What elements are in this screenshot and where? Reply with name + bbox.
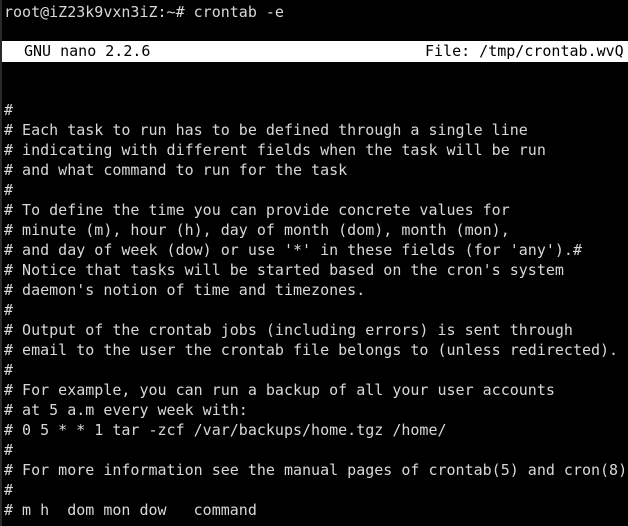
editor-line-text: # Output of the crontab jobs (including … (4, 321, 573, 339)
editor-line[interactable]: # (0, 100, 628, 120)
editor-line-text: # 0 5 * * 1 tar -zcf /var/backups/home.t… (4, 421, 447, 439)
editor-line[interactable]: # Each task to run has to be defined thr… (0, 120, 628, 140)
editor-line-text: # (4, 481, 14, 499)
editor-line-cursor[interactable]: # Edit this file to introduce tasks to b… (0, 80, 628, 100)
editor-line[interactable]: # Notice that tasks will be started base… (0, 260, 628, 280)
editor-line-text: # minute (m), hour (h), day of month (do… (4, 221, 510, 239)
editor-line[interactable]: # email to the user the crontab file bel… (0, 340, 628, 360)
editor-line-text: # To define the time you can provide con… (4, 201, 510, 219)
nano-version-label: GNU nano 2.2.6 (24, 42, 151, 60)
editor-line-text: # (4, 441, 14, 459)
editor-line-text: # indicating with different fields when … (4, 141, 546, 159)
editor-line-text: # (4, 101, 14, 119)
editor-line-text: # email to the user the crontab file bel… (4, 341, 619, 359)
editor-line[interactable]: # indicating with different fields when … (0, 140, 628, 160)
editor-line-text: # For example, you can run a backup of a… (4, 381, 555, 399)
editor-line[interactable]: # Output of the crontab jobs (including … (0, 320, 628, 340)
editor-line[interactable]: # minute (m), hour (h), day of month (do… (0, 220, 628, 240)
editor-line[interactable]: # (0, 180, 628, 200)
editor-line[interactable]: # and day of week (dow) or use '*' in th… (0, 240, 628, 260)
editor-line-text: # (4, 181, 14, 199)
editor-line[interactable]: # m h dom mon dow command (0, 500, 628, 520)
nano-filename-label: File: /tmp/crontab.wvQ (425, 42, 624, 60)
editor-line-text: # and day of week (dow) or use '*' in th… (4, 241, 582, 259)
editor-line[interactable]: # (0, 440, 628, 460)
editor-line-text: # Each task to run has to be defined thr… (4, 121, 528, 139)
editor-line[interactable]: # (0, 480, 628, 500)
editor-line[interactable]: # (0, 300, 628, 320)
editor-line-text: # m h dom mon dow command (4, 501, 257, 519)
nano-title-bar: GNU nano 2.2.6 File: /tmp/crontab.wvQ (0, 41, 628, 62)
editor-line[interactable]: # For example, you can run a backup of a… (0, 380, 628, 400)
editor-line[interactable]: # (0, 360, 628, 380)
editor-line[interactable]: # and what command to run for the task (0, 160, 628, 180)
terminal-window: root@iZ23k9vxn3iZ:~# crontab -e GNU nano… (0, 0, 628, 526)
editor-line-text: # daemon's notion of time and timezones. (4, 281, 366, 299)
nano-text-area[interactable]: # Edit this file to introduce tasks to b… (0, 80, 628, 526)
editor-line-text: # and what command to run for the task (4, 161, 348, 179)
editor-line[interactable]: # at 5 a.m every week with: (0, 400, 628, 420)
editor-line-text: # at 5 a.m every week with: (4, 401, 248, 419)
editor-line[interactable]: # 0 5 * * 1 tar -zcf /var/backups/home.t… (0, 420, 628, 440)
editor-line-text: # Notice that tasks will be started base… (4, 261, 564, 279)
editor-line-text: # (4, 361, 14, 379)
shell-prompt-line: root@iZ23k9vxn3iZ:~# crontab -e (4, 3, 284, 21)
editor-line[interactable]: # daemon's notion of time and timezones. (0, 280, 628, 300)
terminal-left-edge-strip (0, 0, 2, 526)
editor-line[interactable]: # For more information see the manual pa… (0, 460, 628, 480)
editor-line-text: # For more information see the manual pa… (4, 461, 628, 479)
editor-line[interactable]: # To define the time you can provide con… (0, 200, 628, 220)
editor-line-text: # (4, 301, 14, 319)
